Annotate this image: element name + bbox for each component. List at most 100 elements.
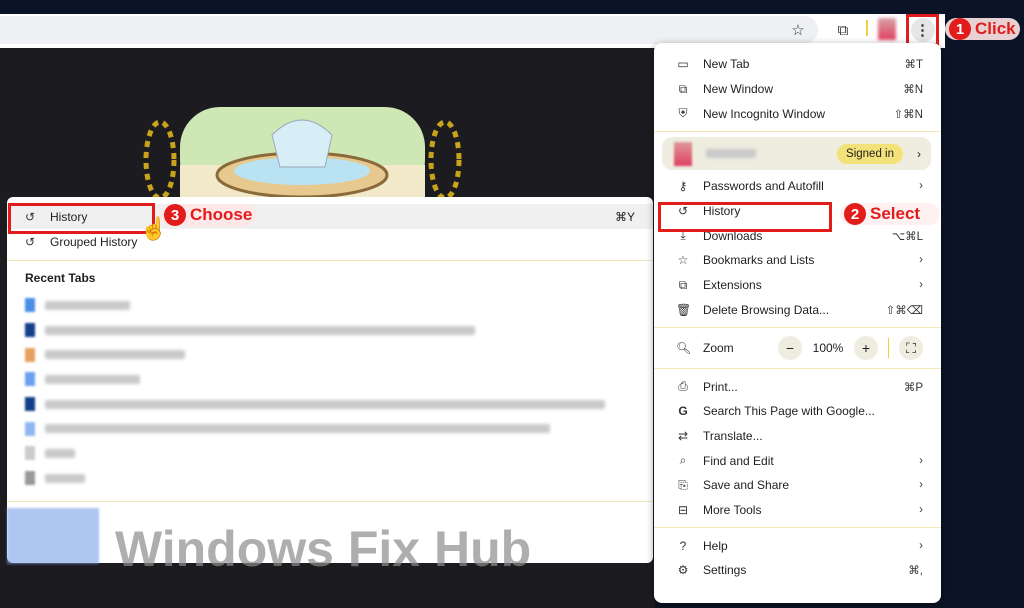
- label: Print...: [703, 379, 738, 394]
- menu-item-find-and-edit[interactable]: ⌕ Find and Edit ›: [654, 448, 941, 473]
- shortcut: ›: [919, 180, 923, 193]
- recent-tab-item[interactable]: [7, 318, 653, 343]
- save-share-icon: ⎘: [678, 477, 688, 492]
- profile-name-blurred: [706, 149, 756, 159]
- profile-avatar[interactable]: [878, 18, 896, 40]
- blurred-tab-title: [45, 399, 605, 409]
- blurred-tab-title: [45, 350, 185, 360]
- menu-item-passwords-and-autofill[interactable]: ⚷ Passwords and Autofill ›: [654, 174, 941, 199]
- step-badge: 3: [164, 204, 186, 226]
- address-bar[interactable]: [0, 16, 818, 44]
- history-submenu: ↺ History ⌘Y ↺ Grouped History Recent Tabs: [7, 197, 653, 563]
- chevron-right-icon: ›: [917, 146, 921, 161]
- highlight-step2: [658, 202, 832, 232]
- label: Settings: [703, 563, 747, 578]
- callout-text: Click: [975, 19, 1016, 38]
- favicon: [25, 397, 35, 412]
- menu-item-new-window[interactable]: ⧉ New Window ⌘N: [654, 77, 941, 102]
- zoom-icon: 🔍︎: [676, 341, 692, 356]
- toolbox-icon: ⊟: [677, 502, 689, 517]
- shortcut: ›: [919, 454, 923, 467]
- recent-tab-item[interactable]: [7, 392, 653, 417]
- callout-step3: 3 Choose: [160, 204, 257, 226]
- star-icon: ☆: [677, 253, 689, 268]
- favicon: [25, 446, 35, 461]
- menu-item-save-and-share[interactable]: ⎘ Save and Share ›: [654, 473, 941, 498]
- extension-icon[interactable]: ⧉: [830, 17, 856, 43]
- zoom-in-button[interactable]: +: [854, 336, 878, 361]
- menu-item-more-tools[interactable]: ⊟ More Tools ›: [654, 498, 941, 523]
- divider: [866, 20, 868, 36]
- favicon: [25, 372, 35, 387]
- recent-tab-item[interactable]: [7, 441, 653, 466]
- menu-item-new-incognito-window[interactable]: ⛨ New Incognito Window ⇧⌘N: [654, 101, 941, 126]
- shortcut: ⌘P: [903, 381, 923, 394]
- recent-tab-item[interactable]: [7, 293, 653, 318]
- divider: [888, 338, 889, 359]
- callout-text: Select: [870, 204, 921, 223]
- menu-item-new-tab[interactable]: ▭ New Tab ⌘T: [654, 52, 941, 77]
- menu-item-extensions[interactable]: ⧉ Extensions ›: [654, 273, 941, 298]
- label: New Incognito Window: [703, 106, 826, 121]
- menu-item-print[interactable]: ⎙ Print... ⌘P: [654, 374, 941, 399]
- shortcut: ›: [919, 503, 923, 516]
- menu-item-translate[interactable]: ⇄ Translate...: [654, 424, 941, 449]
- shortcut: ⌘T: [904, 59, 923, 72]
- blurred-tab-title: [45, 448, 75, 458]
- fullscreen-button[interactable]: ⛶: [899, 336, 923, 361]
- gear-icon: ⚙: [677, 563, 689, 578]
- callout-step1: 1 Click: [945, 18, 1020, 40]
- blurred-tab-title: [45, 473, 85, 483]
- trash-icon: 🗑︎: [676, 302, 692, 317]
- menu-item-help[interactable]: ? Help ›: [654, 533, 941, 558]
- new-window-icon: ⧉: [678, 81, 688, 96]
- menu-item-bookmarks-and-lists[interactable]: ☆ Bookmarks and Lists ›: [654, 248, 941, 273]
- shortcut: ⌘Y: [614, 209, 635, 224]
- label: Passwords and Autofill: [703, 179, 824, 194]
- zoom-out-button[interactable]: −: [778, 336, 802, 361]
- recent-tab-item[interactable]: [7, 416, 653, 441]
- bookmark-star-icon[interactable]: ☆: [785, 17, 811, 43]
- chrome-main-menu: ▭ New Tab ⌘T ⧉ New Window ⌘N ⛨ New Incognito Wi…: [654, 43, 941, 603]
- shortcut: ›: [919, 479, 923, 492]
- callout-text: Choose: [190, 205, 253, 224]
- incognito-icon: ⛨: [678, 106, 688, 121]
- shortcut: ⌘,: [908, 565, 923, 578]
- find-icon: ⌕: [679, 453, 687, 468]
- favicon: [25, 323, 35, 338]
- avatar: [674, 141, 692, 166]
- zoom-level: 100%: [812, 341, 844, 356]
- key-icon: ⚷: [678, 179, 688, 194]
- extension-icon: ⧉: [678, 277, 688, 292]
- label: Grouped History: [50, 234, 138, 249]
- label: Zoom: [703, 341, 734, 356]
- recent-tab-item[interactable]: [7, 367, 653, 392]
- shortcut: ⇧⌘N: [893, 108, 923, 121]
- menu-item-delete-browsing-data[interactable]: 🗑︎ Delete Browsing Data... ⇧⌘⌫: [654, 298, 941, 323]
- profile-row[interactable]: Signed in ›: [662, 137, 931, 171]
- zoom-row: 🔍︎ Zoom −100% + ⛶: [654, 333, 941, 363]
- favicon: [25, 421, 35, 436]
- print-icon: ⎙: [678, 379, 688, 394]
- label: Search This Page with Google...: [703, 404, 875, 419]
- fountain-illustration: [140, 105, 465, 201]
- blurred-tab-title: [45, 374, 140, 384]
- shortcut: ⌥⌘L: [891, 230, 923, 243]
- translate-icon: ⇄: [677, 428, 689, 443]
- more-menu-button[interactable]: ⋮: [906, 14, 939, 46]
- more-vert-icon: ⋮: [910, 18, 935, 42]
- favicon: [25, 471, 35, 486]
- recent-tab-item[interactable]: [7, 342, 653, 367]
- shortcut: ›: [919, 254, 923, 267]
- favicon: [25, 298, 35, 313]
- label: More Tools: [703, 502, 762, 517]
- help-icon: ?: [679, 538, 687, 553]
- recent-tab-item[interactable]: [7, 466, 653, 491]
- menu-item-settings[interactable]: ⚙ Settings ⌘,: [654, 558, 941, 583]
- blurred-device-item: [7, 508, 99, 564]
- highlight-step3: [8, 203, 155, 234]
- step-badge: 2: [844, 203, 866, 225]
- signed-in-badge: Signed in: [837, 143, 903, 164]
- menu-item-search-this-page-with-google[interactable]: G Search This Page with Google...: [654, 399, 941, 424]
- history-icon: ↺: [25, 234, 36, 249]
